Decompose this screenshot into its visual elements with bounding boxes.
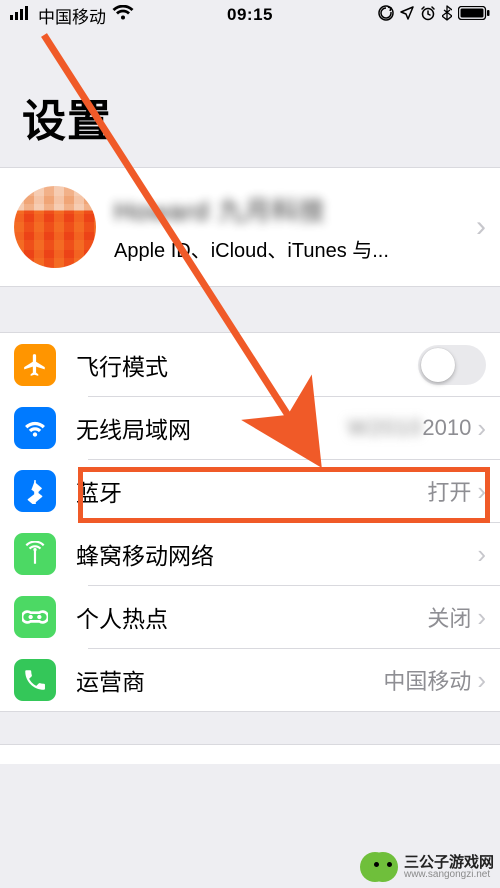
status-bar: 中国移动 09:15	[0, 0, 500, 30]
hotspot-label: 个人热点	[76, 600, 427, 634]
bluetooth-icon	[442, 5, 452, 26]
carrier-label: 中国移动	[38, 3, 106, 28]
chevron-right-icon: ›	[476, 210, 486, 244]
clock: 09:15	[227, 5, 273, 25]
wifi-icon	[112, 5, 134, 26]
bluetooth-label: 蓝牙	[76, 474, 427, 508]
watermark-logo	[368, 852, 398, 882]
profile-group: Howard 九月科技 Apple ID、iCloud、iTunes 与... …	[0, 167, 500, 287]
chevron-right-icon: ›	[477, 541, 486, 567]
page-header: 设置	[0, 30, 500, 167]
hotspot-value: 关闭	[427, 601, 471, 633]
cellular-row[interactable]: 蜂窝移动网络 ›	[0, 522, 500, 585]
profile-subtitle: Apple ID、iCloud、iTunes 与...	[114, 234, 476, 263]
signal-icon	[10, 5, 32, 25]
cellular-icon	[14, 533, 56, 575]
connectivity-group: 飞行模式 无线局域网 W20102010 › 蓝牙 打开 › 蜂窝移动网络 ›	[0, 332, 500, 712]
carrier-row[interactable]: 运营商 中国移动 ›	[0, 648, 500, 711]
chevron-right-icon: ›	[477, 667, 486, 693]
status-right	[378, 5, 490, 26]
page-title: 设置	[22, 85, 478, 149]
chevron-right-icon: ›	[477, 604, 486, 630]
profile-name: Howard 九月科技	[114, 191, 476, 228]
apple-id-row[interactable]: Howard 九月科技 Apple ID、iCloud、iTunes 与... …	[0, 168, 500, 286]
wifi-row-icon	[14, 407, 56, 449]
airplane-label: 飞行模式	[76, 348, 418, 382]
airplane-mode-row[interactable]: 飞行模式	[0, 333, 500, 396]
hotspot-icon	[14, 596, 56, 638]
hotspot-row[interactable]: 个人热点 关闭 ›	[0, 585, 500, 648]
status-left: 中国移动	[10, 3, 134, 28]
wifi-value: 2010	[422, 415, 471, 440]
avatar	[14, 186, 96, 268]
location-icon	[400, 5, 414, 25]
wifi-row[interactable]: 无线局域网 W20102010 ›	[0, 396, 500, 459]
bluetooth-value: 打开	[427, 475, 471, 507]
wifi-value-blur: W2010	[348, 415, 423, 440]
alarm-icon	[420, 5, 436, 26]
bluetooth-row[interactable]: 蓝牙 打开 ›	[0, 459, 500, 522]
bluetooth-row-icon	[14, 470, 56, 512]
battery-icon	[458, 5, 490, 25]
watermark-url: www.sangongzi.net	[404, 870, 494, 880]
airplane-icon	[14, 344, 56, 386]
orientation-lock-icon	[378, 5, 394, 26]
carrier-icon	[14, 659, 56, 701]
carrier-label: 运营商	[76, 663, 383, 697]
chevron-right-icon: ›	[477, 415, 486, 441]
cellular-label: 蜂窝移动网络	[76, 537, 477, 571]
airplane-toggle[interactable]	[418, 345, 486, 385]
next-group-peek	[0, 744, 500, 764]
watermark-title: 三公子游戏网	[404, 855, 494, 870]
wifi-label: 无线局域网	[76, 411, 348, 445]
carrier-value: 中国移动	[383, 664, 471, 696]
watermark: 三公子游戏网 www.sangongzi.net	[368, 852, 494, 882]
chevron-right-icon: ›	[477, 478, 486, 504]
